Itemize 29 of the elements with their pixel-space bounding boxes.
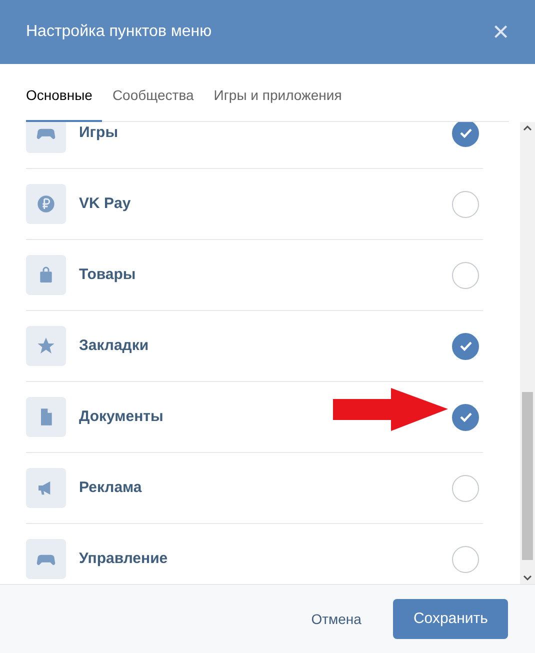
menu-item-label: Реклама: [79, 478, 142, 498]
checkbox[interactable]: [452, 262, 479, 288]
menu-item-label: Документы: [79, 406, 164, 427]
scrollbar[interactable]: [520, 122, 535, 584]
star-icon: [36, 336, 56, 356]
scrollbar-thumb[interactable]: [522, 392, 533, 560]
checkmark-icon: [458, 126, 472, 140]
checkbox[interactable]: [452, 546, 479, 572]
checkbox[interactable]: [452, 332, 479, 360]
checkbox[interactable]: [452, 122, 479, 146]
checkmark-icon: [458, 410, 472, 424]
menu-item-label: Товары: [79, 264, 136, 285]
window-title: Настройка пунктов меню: [26, 22, 212, 42]
menu-item-label: Закладки: [79, 336, 149, 356]
menu-item-label: Игры: [79, 122, 118, 143]
scroll-up-icon[interactable]: [523, 125, 532, 131]
tab[interactable]: Игры и приложения: [204, 85, 352, 122]
checkbox[interactable]: [452, 190, 479, 218]
tab[interactable]: Сообщества: [102, 85, 204, 122]
menu-item-label: Управление: [79, 548, 168, 569]
scroll-down-icon[interactable]: [523, 575, 532, 581]
checkmark-icon: [458, 339, 472, 353]
cancel-button[interactable]: Отмена: [299, 600, 374, 638]
checkbox[interactable]: [452, 474, 479, 502]
menu-item-label: VK Pay: [79, 194, 131, 214]
checkbox[interactable]: [452, 404, 479, 430]
ruble-coin-icon: [36, 194, 56, 214]
close-button[interactable]: ×: [492, 18, 509, 46]
save-button[interactable]: Сохранить: [393, 598, 508, 640]
